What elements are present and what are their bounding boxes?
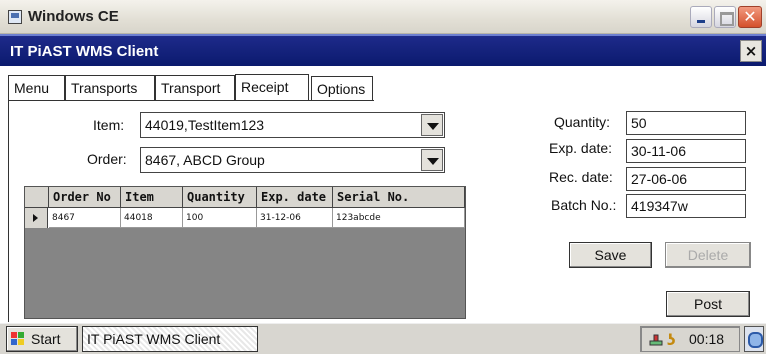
maximize-button[interactable] xyxy=(714,6,736,28)
app-close-button[interactable]: × xyxy=(740,40,762,62)
grid-corner xyxy=(25,187,49,208)
tab-transports[interactable]: Transports xyxy=(65,75,155,101)
column-header-serial-no[interactable]: Serial No. xyxy=(333,187,465,208)
item-value: 44019,TestItem123 xyxy=(145,117,265,133)
desktop-icon[interactable] xyxy=(744,326,764,352)
cell-order-no: 8467 xyxy=(49,208,121,228)
row-pointer-icon xyxy=(25,208,48,228)
clock-time[interactable]: 00:18 xyxy=(689,331,724,347)
save-button[interactable]: Save xyxy=(569,242,652,268)
app-titlebar: IT PiAST WMS Client × xyxy=(0,34,766,66)
start-button[interactable]: Start xyxy=(6,326,78,352)
tab-options[interactable]: Options xyxy=(311,76,373,101)
dropdown-arrow-icon[interactable] xyxy=(421,149,443,171)
start-label: Start xyxy=(31,331,61,347)
clock-icon[interactable]: ʖ xyxy=(667,331,676,349)
order-label: Order: xyxy=(87,151,127,167)
rec-date-field[interactable]: 27-06-06 xyxy=(626,167,746,191)
table-row[interactable]: 8467 44018 100 31-12-06 123abcde xyxy=(25,208,465,228)
rec-date-label: Rec. date: xyxy=(549,169,613,185)
post-button[interactable]: Post xyxy=(666,291,750,317)
order-value: 8467, ABCD Group xyxy=(145,152,265,168)
window-title: Windows CE xyxy=(28,8,119,25)
delete-button[interactable]: Delete xyxy=(665,242,751,268)
batch-no-label: Batch No.: xyxy=(551,197,617,213)
start-flag-icon xyxy=(11,332,25,346)
network-icon[interactable] xyxy=(649,333,663,347)
window-app-icon xyxy=(8,10,22,24)
tab-transport[interactable]: Transport xyxy=(155,75,235,101)
tab-divider xyxy=(8,100,374,101)
taskbar-task-button[interactable]: IT PiAST WMS Client xyxy=(82,326,258,352)
column-header-item[interactable]: Item xyxy=(121,187,183,208)
window-titlebar: Windows CE ✕ xyxy=(0,0,766,34)
quantity-field[interactable]: 50 xyxy=(626,111,746,135)
column-header-exp-date[interactable]: Exp. date xyxy=(257,187,333,208)
exp-date-field[interactable]: 30-11-06 xyxy=(626,139,746,163)
tab-menu[interactable]: Menu xyxy=(8,75,65,101)
minimize-button[interactable] xyxy=(690,6,712,28)
column-header-order-no[interactable]: Order No xyxy=(49,187,121,208)
app-title: IT PiAST WMS Client xyxy=(10,43,159,60)
orders-grid[interactable]: Order No Item Quantity Exp. date Serial … xyxy=(24,186,466,319)
column-header-quantity[interactable]: Quantity xyxy=(183,187,257,208)
batch-no-field[interactable]: 419347w xyxy=(626,194,746,218)
item-label: Item: xyxy=(93,117,125,133)
cell-item: 44018 xyxy=(121,208,183,228)
close-button[interactable]: ✕ xyxy=(738,6,762,28)
order-combobox[interactable]: 8467, ABCD Group xyxy=(140,147,445,173)
cell-serial-no: 123abcde xyxy=(333,208,465,228)
dropdown-arrow-icon[interactable] xyxy=(421,114,443,136)
tab-receipt[interactable]: Receipt xyxy=(235,74,309,101)
cell-exp-date: 31-12-06 xyxy=(257,208,333,228)
taskbar: Start IT PiAST WMS Client ʖ 00:18 xyxy=(0,322,766,354)
exp-date-label: Exp. date: xyxy=(549,140,613,156)
item-combobox[interactable]: 44019,TestItem123 xyxy=(140,112,445,138)
system-tray: ʖ 00:18 xyxy=(640,326,740,352)
frame-border xyxy=(8,100,9,322)
quantity-label: Quantity: xyxy=(554,114,611,130)
cell-quantity: 100 xyxy=(183,208,257,228)
